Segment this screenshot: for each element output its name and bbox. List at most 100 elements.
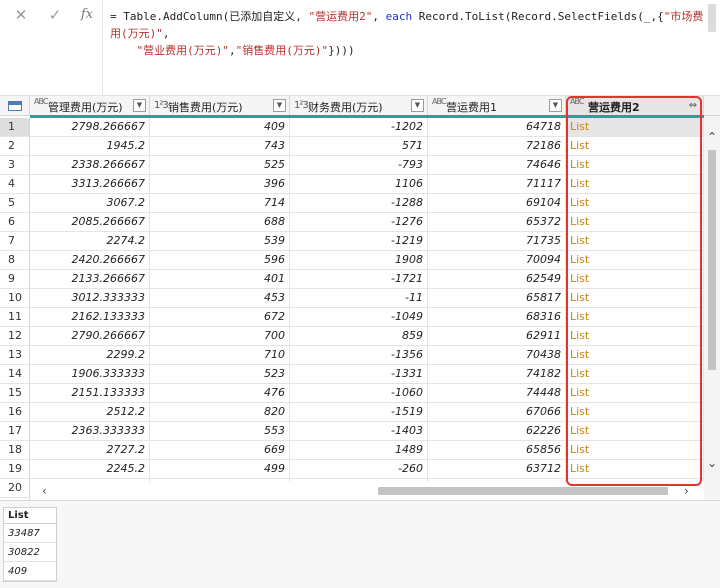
column-header-2[interactable]: 1²3 销售费用(万元) ▼	[150, 96, 290, 116]
list-cell-link[interactable]: List	[566, 270, 704, 288]
scroll-up-icon[interactable]: ⌃	[704, 128, 720, 146]
table-cell[interactable]: 672	[150, 308, 290, 326]
row-number[interactable]: 15	[0, 384, 30, 402]
close-icon[interactable]: ✕	[10, 6, 32, 24]
column-filter-dropdown-icon[interactable]: ▼	[549, 99, 562, 112]
table-cell[interactable]: -1356	[290, 346, 428, 364]
table-cell[interactable]: 499	[150, 460, 290, 478]
number-type-icon[interactable]: 1²3	[294, 100, 309, 111]
table-row[interactable]: 2 1945.2 743 571 72186 List	[0, 137, 704, 156]
formula-scrollbar[interactable]	[708, 4, 716, 32]
row-number[interactable]: 20	[0, 479, 30, 497]
table-cell[interactable]: 820	[150, 403, 290, 421]
table-row[interactable]: 15 2151.133333 476 -1060 74448 List	[0, 384, 704, 403]
table-cell[interactable]: 453	[150, 289, 290, 307]
table-cell[interactable]: 525	[150, 156, 290, 174]
table-cell[interactable]: 3313.266667	[30, 175, 150, 193]
table-cell[interactable]: 1906.333333	[30, 365, 150, 383]
table-cell[interactable]: 2151.133333	[30, 384, 150, 402]
table-cell[interactable]: -1276	[290, 213, 428, 231]
table-cell[interactable]: 1489	[290, 441, 428, 459]
table-cell[interactable]: -11	[290, 289, 428, 307]
table-cell[interactable]: 2420.266667	[30, 251, 150, 269]
list-cell-link[interactable]: List	[566, 365, 704, 383]
table-row[interactable]: 16 2512.2 820 -1519 67066 List	[0, 403, 704, 422]
horizontal-scrollbar[interactable]: ‹ ›	[30, 482, 704, 500]
table-cell[interactable]: -793	[290, 156, 428, 174]
table-cell[interactable]: 72186	[428, 137, 566, 155]
table-row[interactable]: 3 2338.266667 525 -793 74646 List	[0, 156, 704, 175]
list-cell-link[interactable]: List	[566, 232, 704, 250]
table-cell[interactable]: 401	[150, 270, 290, 288]
table-cell[interactable]: -1288	[290, 194, 428, 212]
list-cell-link[interactable]: List	[566, 251, 704, 269]
table-row[interactable]: 10 3012.333333 453 -11 65817 List	[0, 289, 704, 308]
table-cell[interactable]: 63712	[428, 460, 566, 478]
table-cell[interactable]: 596	[150, 251, 290, 269]
table-cell[interactable]: 743	[150, 137, 290, 155]
list-cell-link[interactable]: List	[566, 118, 704, 136]
table-cell[interactable]: 68316	[428, 308, 566, 326]
table-row[interactable]: 17 2363.333333 553 -1403 62226 List	[0, 422, 704, 441]
table-cell[interactable]: 3012.333333	[30, 289, 150, 307]
table-cell[interactable]: 2727.2	[30, 441, 150, 459]
column-header-1[interactable]: ABC 管理费用(万元) ▼	[30, 96, 150, 116]
table-cell[interactable]: 1945.2	[30, 137, 150, 155]
table-cell[interactable]: 2512.2	[30, 403, 150, 421]
table-cell[interactable]: 396	[150, 175, 290, 193]
table-cell[interactable]: 74646	[428, 156, 566, 174]
table-cell[interactable]: 62911	[428, 327, 566, 345]
list-cell-link[interactable]: List	[566, 213, 704, 231]
table-row[interactable]: 18 2727.2 669 1489 65856 List	[0, 441, 704, 460]
table-row[interactable]: 1 2798.266667 409 -1202 64718 List	[0, 118, 704, 137]
row-number[interactable]: 16	[0, 403, 30, 421]
horizontal-scroll-thumb[interactable]	[378, 487, 668, 495]
table-cell[interactable]: 74448	[428, 384, 566, 402]
text-type-icon[interactable]: ABC	[432, 98, 446, 106]
row-number[interactable]: 2	[0, 137, 30, 155]
check-icon[interactable]: ✓	[44, 6, 66, 24]
table-cell[interactable]: 71735	[428, 232, 566, 250]
table-cell[interactable]: -260	[290, 460, 428, 478]
column-filter-dropdown-icon[interactable]: ▼	[411, 99, 424, 112]
table-row[interactable]: 4 3313.266667 396 1106 71117 List	[0, 175, 704, 194]
table-cell[interactable]: 523	[150, 365, 290, 383]
table-cell[interactable]: 65372	[428, 213, 566, 231]
row-number[interactable]: 8	[0, 251, 30, 269]
list-cell-link[interactable]: List	[566, 175, 704, 193]
table-cell[interactable]: 3067.2	[30, 194, 150, 212]
number-type-icon[interactable]: 1²3	[154, 100, 169, 111]
column-header-4[interactable]: ABC 营运费用1 ▼	[428, 96, 566, 116]
formula-input[interactable]: = Table.AddColumn(已添加自定义, "营运费用2", each …	[110, 8, 708, 59]
table-cell[interactable]: 2299.2	[30, 346, 150, 364]
table-row[interactable]: 9 2133.266667 401 -1721 62549 List	[0, 270, 704, 289]
table-menu-button[interactable]	[0, 96, 30, 116]
table-row[interactable]: 12 2790.266667 700 859 62911 List	[0, 327, 704, 346]
table-row[interactable]: 7 2274.2 539 -1219 71735 List	[0, 232, 704, 251]
row-number[interactable]: 6	[0, 213, 30, 231]
table-cell[interactable]: 539	[150, 232, 290, 250]
table-cell[interactable]: -1202	[290, 118, 428, 136]
table-cell[interactable]: 710	[150, 346, 290, 364]
table-cell[interactable]: 65817	[428, 289, 566, 307]
list-cell-link[interactable]: List	[566, 156, 704, 174]
row-number[interactable]: 12	[0, 327, 30, 345]
table-cell[interactable]: 859	[290, 327, 428, 345]
table-cell[interactable]: 714	[150, 194, 290, 212]
fx-icon[interactable]: fx	[76, 6, 98, 24]
table-cell[interactable]: -1060	[290, 384, 428, 402]
table-cell[interactable]: 409	[150, 118, 290, 136]
table-cell[interactable]: 69104	[428, 194, 566, 212]
list-cell-link[interactable]: List	[566, 441, 704, 459]
scroll-down-icon[interactable]: ⌄	[704, 454, 720, 472]
table-row[interactable]: 13 2299.2 710 -1356 70438 List	[0, 346, 704, 365]
table-cell[interactable]: 62549	[428, 270, 566, 288]
row-number[interactable]: 17	[0, 422, 30, 440]
table-cell[interactable]: 688	[150, 213, 290, 231]
list-cell-link[interactable]: List	[566, 327, 704, 345]
list-cell-link[interactable]: List	[566, 194, 704, 212]
list-cell-link[interactable]: List	[566, 384, 704, 402]
list-cell-link[interactable]: List	[566, 137, 704, 155]
row-number[interactable]: 18	[0, 441, 30, 459]
table-cell[interactable]: 2274.2	[30, 232, 150, 250]
